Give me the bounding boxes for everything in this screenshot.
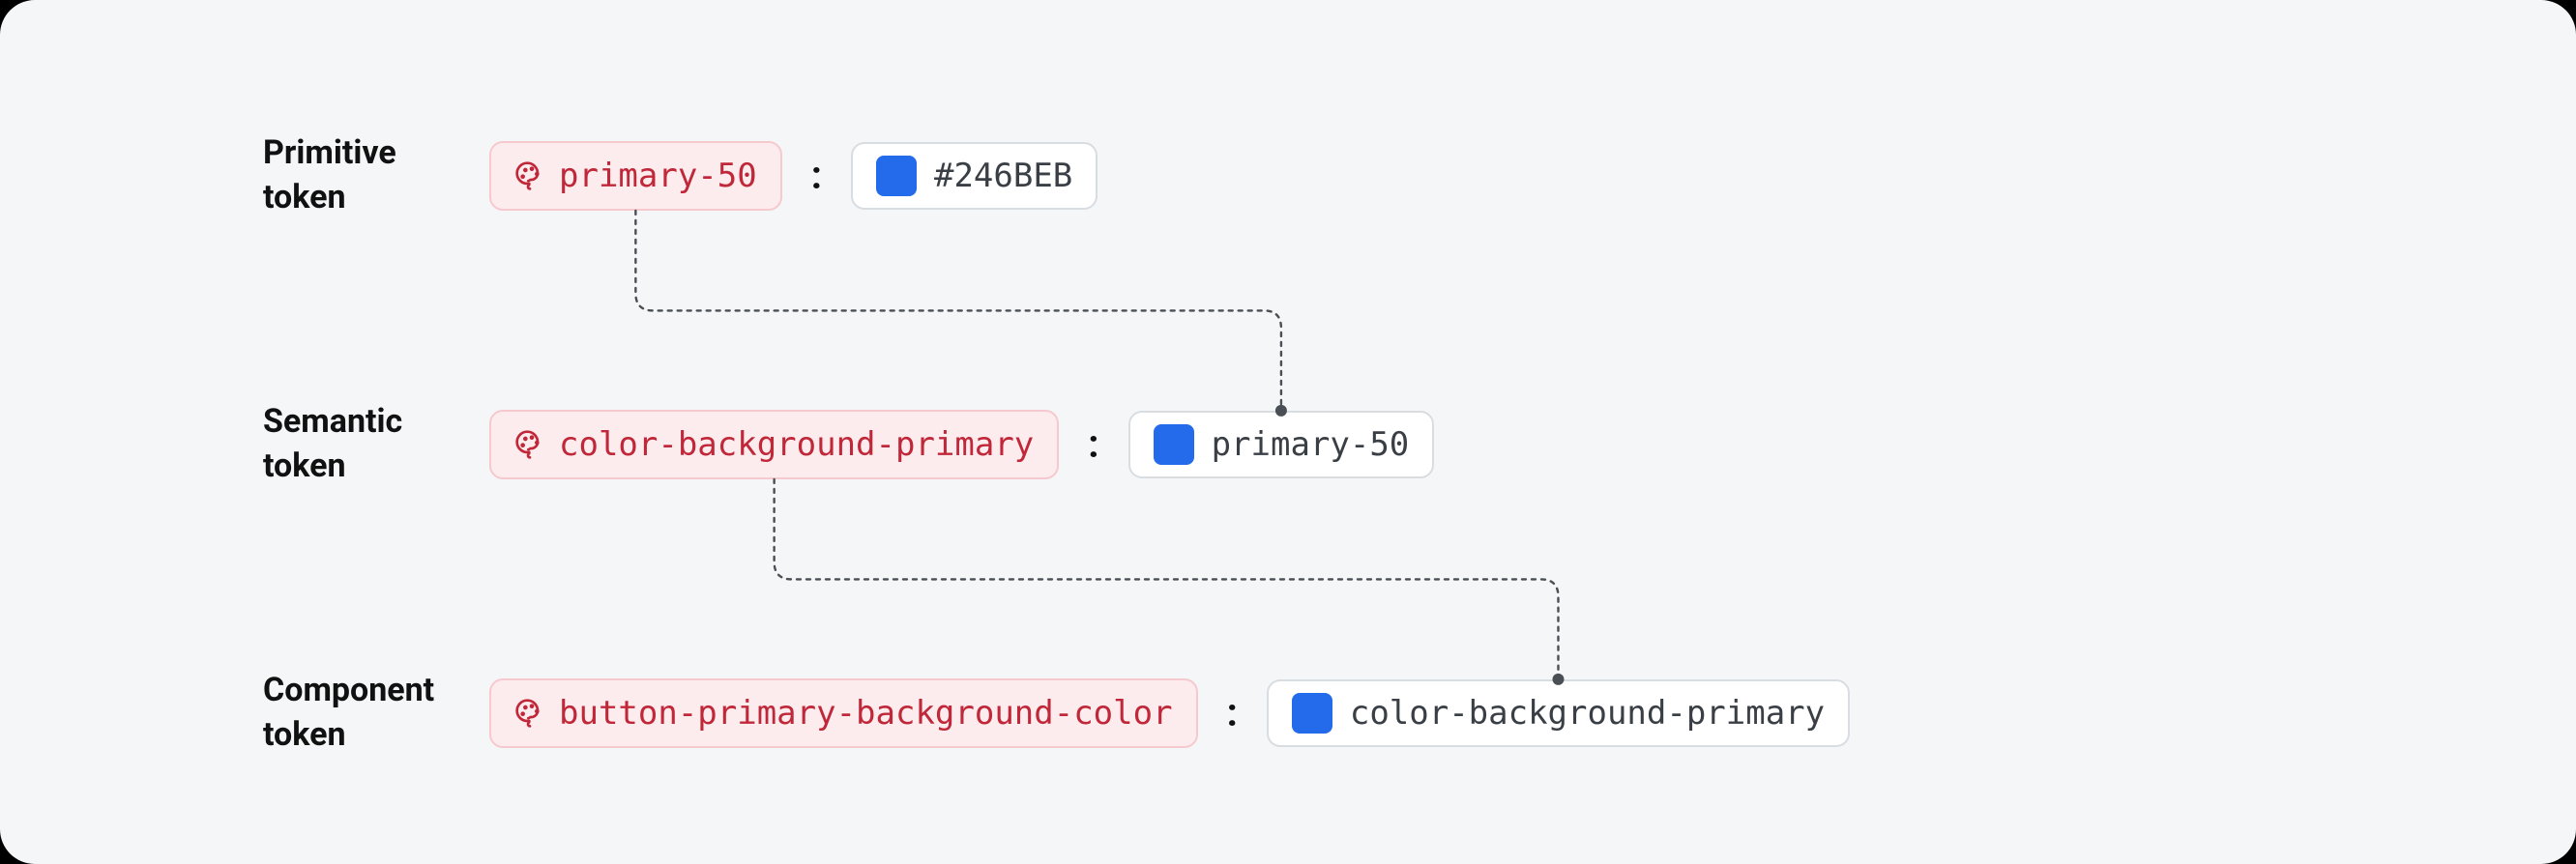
value-text: #246BEB (934, 157, 1072, 195)
label-text: Primitivetoken (263, 133, 396, 216)
colon-separator: : (1221, 690, 1244, 735)
color-swatch (1154, 424, 1194, 465)
palette-icon (514, 429, 545, 460)
row-semantic: Semantictoken color-background-primary :… (263, 400, 1434, 489)
value-text: color-background-primary (1350, 694, 1825, 733)
colon-separator: : (1082, 421, 1104, 467)
token-badge-component: button-primary-background-color (489, 678, 1198, 748)
row-primitive: Primitivetoken primary-50 : #246BEB (263, 131, 1098, 220)
palette-icon (514, 698, 545, 729)
value-text: primary-50 (1212, 425, 1410, 464)
color-swatch (876, 156, 917, 196)
token-name: button-primary-background-color (559, 694, 1173, 733)
value-badge-primitive: #246BEB (851, 142, 1098, 210)
diagram-canvas: Primitivetoken primary-50 : #246BEB Sema… (0, 0, 2576, 864)
colon-separator: : (805, 153, 828, 198)
token-badge-primitive: primary-50 (489, 141, 782, 211)
row-label-component: Componenttoken (263, 669, 466, 758)
color-swatch (1292, 693, 1332, 734)
row-label-semantic: Semantictoken (263, 400, 466, 489)
value-badge-component: color-background-primary (1267, 679, 1850, 747)
token-name: color-background-primary (559, 425, 1034, 464)
palette-icon (514, 160, 545, 191)
row-component: Componenttoken button-primary-background… (263, 669, 1850, 758)
label-text: Componenttoken (263, 671, 434, 754)
token-badge-semantic: color-background-primary (489, 410, 1059, 479)
label-text: Semantictoken (263, 402, 402, 485)
token-name: primary-50 (559, 157, 757, 195)
row-label-primitive: Primitivetoken (263, 131, 466, 220)
value-badge-semantic: primary-50 (1128, 411, 1435, 478)
